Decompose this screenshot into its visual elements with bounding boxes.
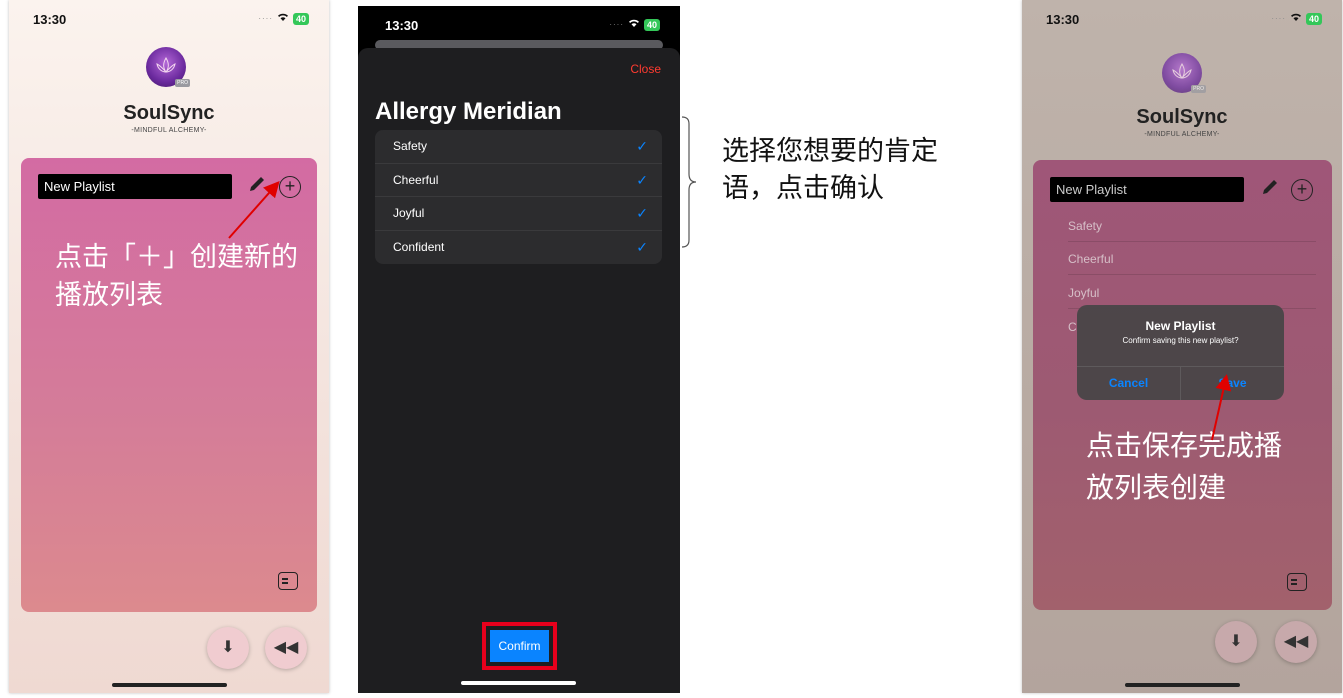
- phone-screen-create-playlist: 13:30 ···· 40 PRO SoulSync -MINDFUL ALCH…: [9, 0, 329, 693]
- confirm-highlight: Confirm: [482, 622, 557, 670]
- checkmark-icon: ✓: [636, 205, 648, 221]
- affirmation-list: Safety ✓ Cheerful ✓ Joyful ✓ Confident ✓: [375, 130, 662, 264]
- rewind-button[interactable]: ◀◀: [1275, 621, 1317, 663]
- affirmation-sheet: Close Allergy Meridian Safety ✓ Cheerful…: [358, 48, 680, 693]
- phone-screen-save-playlist: 13:30 ···· 40 PRO SoulSync -MINDFUL ALCH…: [1022, 0, 1342, 693]
- annotation-arrow: [228, 181, 280, 239]
- affirmation-label: Cheerful: [393, 172, 439, 187]
- close-button[interactable]: Close: [630, 62, 661, 76]
- rewind-button[interactable]: ◀◀: [265, 627, 307, 669]
- download-icon: ⬇: [221, 639, 235, 656]
- tutorial-stage: 13:30 ···· 40 PRO SoulSync -MINDFUL ALCH…: [0, 0, 1343, 698]
- phone-screen-select-affirmations: 13:30 ···· 40 Close Allergy Meridian Saf…: [358, 6, 680, 693]
- annotation-select-affirmations: 选择您想要的肯定语，点击确认: [722, 136, 938, 203]
- download-button[interactable]: ⬇: [1215, 621, 1257, 663]
- download-button[interactable]: ⬇: [207, 627, 249, 669]
- checkmark-icon: ✓: [636, 171, 648, 188]
- status-indicators: ···· 40: [609, 18, 660, 31]
- home-indicator: [112, 683, 227, 687]
- affirmation-row[interactable]: Safety ✓: [375, 130, 662, 164]
- checkmark-icon: ✓: [636, 138, 648, 154]
- affirmation-row[interactable]: Cheerful ✓: [375, 164, 662, 197]
- annotation-arrow: [1211, 374, 1232, 441]
- confirm-button[interactable]: Confirm: [490, 630, 549, 662]
- wifi-icon: [628, 18, 640, 31]
- home-indicator: [461, 681, 576, 685]
- affirmation-label: Joyful: [393, 206, 425, 220]
- download-icon: ⬇: [1229, 633, 1243, 650]
- home-indicator: [1125, 683, 1240, 687]
- battery-icon: 40: [643, 18, 660, 31]
- affirmation-row[interactable]: Joyful ✓: [375, 197, 662, 231]
- rewind-icon: ◀◀: [1283, 633, 1309, 650]
- affirmation-label: Safety: [393, 139, 428, 153]
- signal-icon: ····: [609, 20, 624, 29]
- sheet-title: Allergy Meridian: [375, 98, 562, 125]
- rewind-icon: ◀◀: [273, 639, 299, 656]
- annotation-bracket: [681, 116, 697, 248]
- status-time: 13:30: [385, 18, 419, 33]
- affirmation-label: Confident: [393, 239, 445, 254]
- affirmation-row[interactable]: Confident ✓: [375, 231, 662, 265]
- checkmark-icon: ✓: [636, 238, 648, 255]
